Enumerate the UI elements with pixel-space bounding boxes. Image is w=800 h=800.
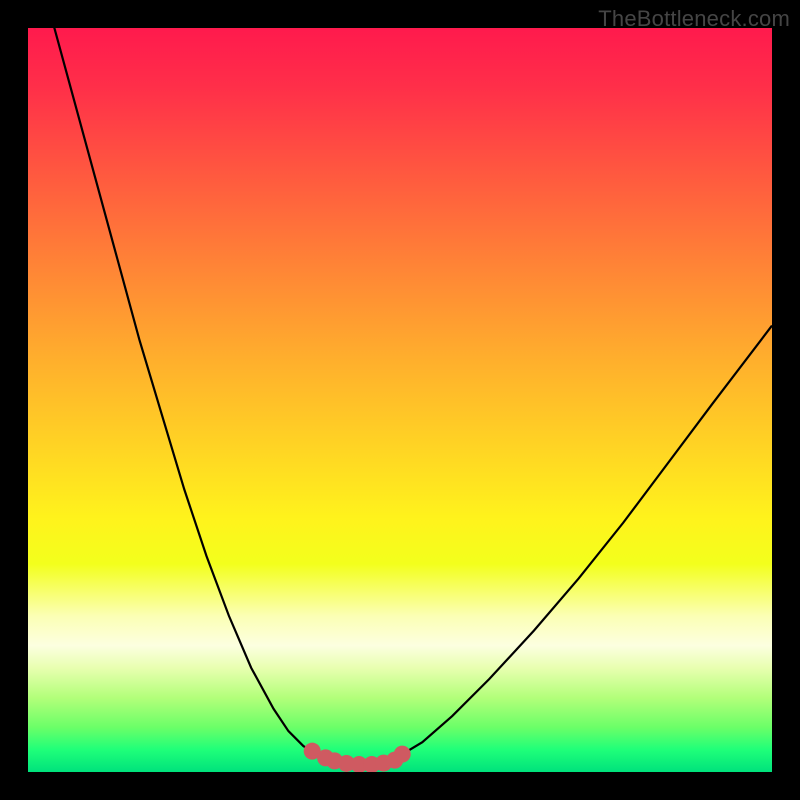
marker-dot (394, 746, 411, 763)
plot-area (28, 28, 772, 772)
bottleneck-curve (28, 28, 772, 765)
outer-frame: TheBottleneck.com (0, 0, 800, 800)
curve-svg (28, 28, 772, 772)
flat-region-markers (304, 743, 411, 772)
